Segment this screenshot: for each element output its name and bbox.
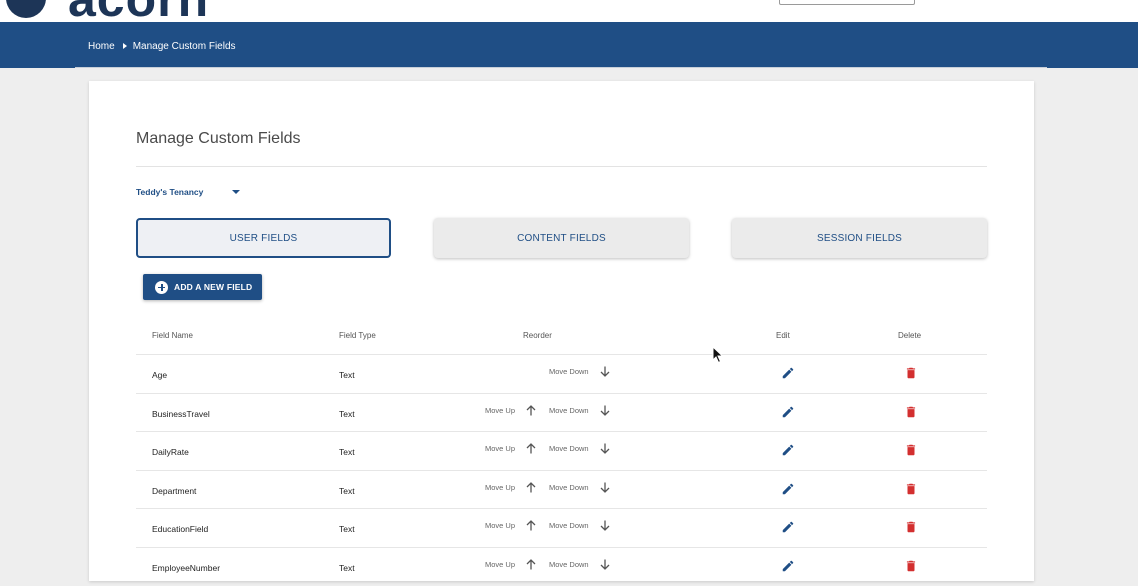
column-header-delete: Delete [898, 331, 922, 340]
column-header-edit: Edit [776, 331, 790, 340]
add-new-field-button[interactable]: ADD A NEW FIELD [143, 274, 262, 300]
move-down-label: Move Down [549, 521, 589, 530]
move-down-label: Move Down [549, 483, 589, 492]
title-divider [136, 166, 987, 167]
move-up-label: Move Up [485, 483, 516, 492]
pencil-icon[interactable] [781, 443, 795, 457]
trash-icon[interactable] [904, 366, 918, 380]
move-up-button[interactable]: Move Up [485, 482, 536, 493]
move-up-button[interactable]: Move Up [485, 559, 536, 570]
trash-icon[interactable] [904, 559, 918, 573]
trash-icon[interactable] [904, 443, 918, 457]
table-row: Age Text Move Down [136, 354, 987, 393]
column-header-field-name: Field Name [152, 331, 193, 340]
tenancy-dropdown[interactable]: Teddy's Tenancy [136, 185, 241, 199]
move-up-label: Move Up [485, 444, 516, 453]
field-type-cell: Text [339, 447, 355, 457]
breadcrumb-current[interactable]: Manage Custom Fields [133, 41, 236, 52]
move-up-label: Move Up [485, 406, 516, 415]
nav-divider [75, 67, 1047, 68]
field-name-cell: BusinessTravel [152, 409, 210, 419]
arrow-down-icon [595, 482, 610, 493]
breadcrumb-home-link[interactable]: Home [88, 41, 115, 52]
field-name-cell: EducationField [152, 524, 209, 534]
move-down-button[interactable]: Move Down [549, 405, 610, 416]
breadcrumb: Home Manage Custom Fields [88, 39, 236, 53]
column-header-reorder: Reorder [523, 331, 552, 340]
logo-shield-icon[interactable] [6, 0, 46, 18]
header-search-input[interactable] [779, 0, 915, 5]
move-down-label: Move Down [549, 560, 589, 569]
mouse-cursor-icon [712, 346, 724, 364]
tab-session-fields[interactable]: SESSION FIELDS [732, 218, 987, 258]
table-row: EducationField Text Move Up Move Down [136, 508, 987, 547]
arrow-down-icon [595, 366, 610, 377]
move-down-label: Move Down [549, 444, 589, 453]
move-down-button[interactable]: Move Down [549, 443, 610, 454]
trash-icon[interactable] [904, 482, 918, 496]
move-down-button[interactable]: Move Down [549, 559, 610, 570]
pencil-icon[interactable] [781, 405, 795, 419]
arrow-down-icon [595, 443, 610, 454]
page-title: Manage Custom Fields [136, 130, 301, 147]
breadcrumb-separator-icon [122, 43, 127, 49]
field-type-cell: Text [339, 370, 355, 380]
move-down-label: Move Down [549, 406, 589, 415]
add-new-field-label: ADD A NEW FIELD [174, 282, 253, 292]
field-name-cell: DailyRate [152, 447, 189, 457]
table-row: BusinessTravel Text Move Up Move Down [136, 393, 987, 432]
table-row: DailyRate Text Move Up Move Down [136, 431, 987, 470]
logo[interactable]: acorn [68, 0, 209, 22]
field-type-cell: Text [339, 409, 355, 419]
move-up-button[interactable]: Move Up [485, 405, 536, 416]
field-name-cell: Age [152, 370, 168, 380]
pencil-icon[interactable] [781, 559, 795, 573]
tab-user-fields[interactable]: USER FIELDS [136, 218, 391, 258]
trash-icon[interactable] [904, 405, 918, 419]
move-up-label: Move Up [485, 560, 516, 569]
field-type-cell: Text [339, 563, 355, 573]
pencil-icon[interactable] [781, 520, 795, 534]
top-header: acorn [0, 0, 1138, 22]
arrow-up-icon [521, 482, 536, 493]
move-down-button[interactable]: Move Down [549, 366, 610, 377]
arrow-up-icon [521, 520, 536, 531]
pencil-icon[interactable] [781, 366, 795, 380]
move-down-button[interactable]: Move Down [549, 482, 610, 493]
field-type-cell: Text [339, 524, 355, 534]
caret-down-icon [232, 190, 241, 194]
arrow-up-icon [521, 559, 536, 570]
pencil-icon[interactable] [781, 482, 795, 496]
tab-content-fields[interactable]: CONTENT FIELDS [434, 218, 689, 258]
field-name-cell: EmployeeNumber [152, 563, 221, 573]
arrow-down-icon [595, 520, 610, 531]
column-header-field-type: Field Type [339, 331, 376, 340]
tenancy-label: Teddy's Tenancy [136, 187, 204, 197]
move-down-label: Move Down [549, 367, 589, 376]
table-row: Department Text Move Up Move Down [136, 470, 987, 509]
arrow-down-icon [595, 559, 610, 570]
arrow-down-icon [595, 405, 610, 416]
move-down-button[interactable]: Move Down [549, 520, 610, 531]
trash-icon[interactable] [904, 520, 918, 534]
table-row: EmployeeNumber Text Move Up Move Down [136, 547, 987, 586]
field-type-cell: Text [339, 486, 355, 496]
arrow-up-icon [521, 443, 536, 454]
arrow-up-icon [521, 405, 536, 416]
move-up-button[interactable]: Move Up [485, 520, 536, 531]
plus-circle-icon [155, 280, 168, 294]
field-name-cell: Department [152, 486, 197, 496]
move-up-label: Move Up [485, 521, 516, 530]
move-up-button[interactable]: Move Up [485, 443, 536, 454]
